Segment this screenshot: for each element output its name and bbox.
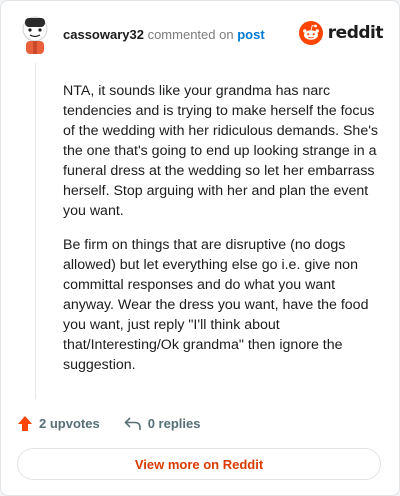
username-link[interactable]: cassowary32	[63, 27, 144, 42]
action-text: commented on	[147, 27, 234, 42]
reddit-wordmark: reddit	[327, 23, 384, 43]
upvote-button[interactable]: 2 upvotes	[17, 415, 100, 432]
comment-actions: 2 upvotes 0 replies	[17, 415, 224, 432]
comment-embed-card: cassowary32 commented on post reddit NTA…	[0, 0, 400, 496]
comment-body: NTA, it sounds like your grandma has nar…	[63, 81, 381, 389]
reply-count: 0 replies	[147, 416, 201, 431]
user-avatar-icon[interactable]	[19, 15, 51, 55]
comment-header: cassowary32 commented on post	[63, 27, 265, 43]
upvote-arrow-icon	[18, 416, 32, 431]
comment-paragraph: NTA, it sounds like your grandma has nar…	[63, 83, 379, 219]
reply-button[interactable]: 0 replies	[124, 416, 201, 432]
reddit-logo[interactable]: reddit	[298, 21, 384, 45]
upvote-count: 2 upvotes	[39, 416, 100, 431]
view-more-button[interactable]: View more on Reddit	[17, 448, 381, 480]
reddit-logo-icon	[298, 21, 323, 45]
comment-paragraph: Be firm on things that are disruptive (n…	[63, 237, 369, 373]
thread-line	[35, 63, 36, 399]
post-link[interactable]: post	[237, 27, 264, 42]
reply-arrow-icon	[124, 416, 141, 430]
